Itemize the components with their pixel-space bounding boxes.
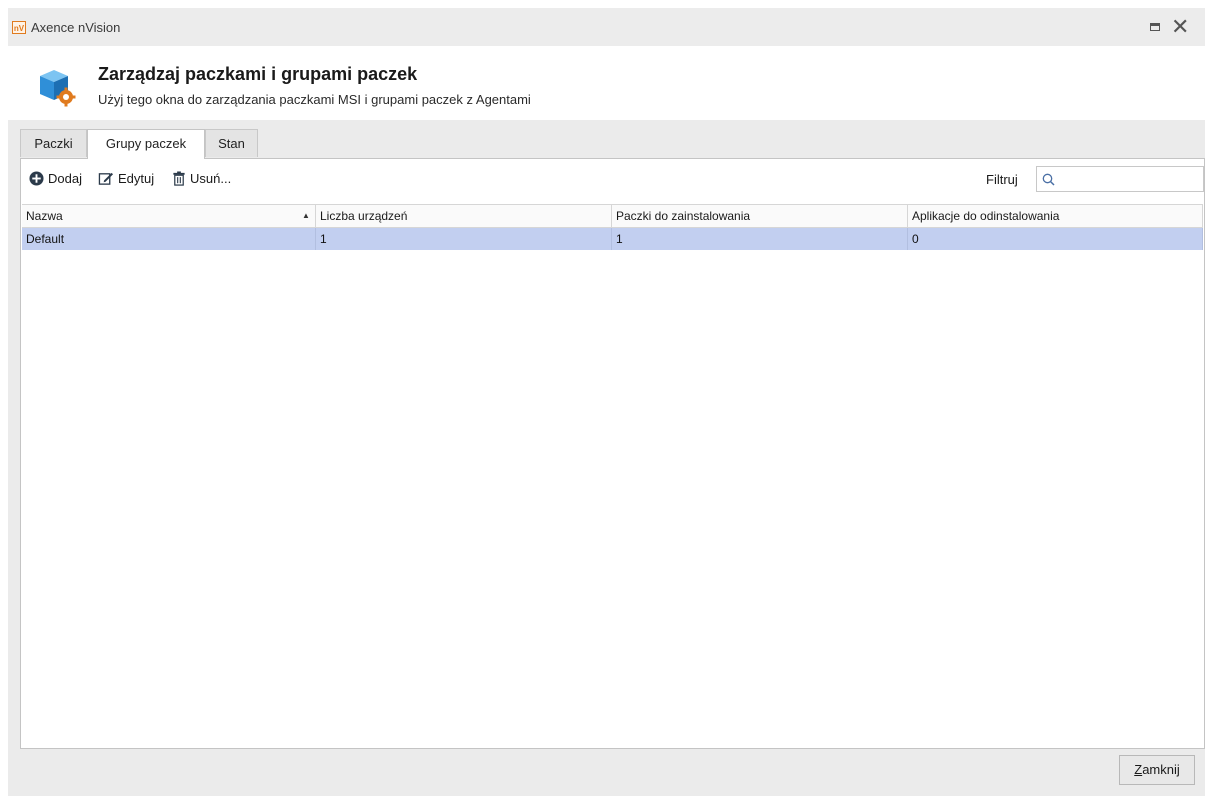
- column-header-nazwa[interactable]: Nazwa ▲: [22, 205, 316, 227]
- edit-button-label: Edytuj: [118, 171, 155, 186]
- cell-aplikacje-do-odinstalowania: 0: [908, 228, 1203, 250]
- table-row[interactable]: Default 1 1 0: [22, 228, 1203, 250]
- column-header-liczba-urzadzen[interactable]: Liczba urządzeń: [316, 205, 612, 227]
- delete-button-label: Usuń...: [190, 171, 232, 186]
- groups-table: Nazwa ▲ Liczba urządzeń Paczki do zainst…: [22, 204, 1203, 250]
- close-icon[interactable]: ✕: [1171, 14, 1189, 40]
- toolbar: Dodaj Edytuj Usuń... Filtruj: [21, 159, 1204, 199]
- app-logo-icon: nV: [12, 21, 26, 34]
- edit-button[interactable]: Edytuj: [98, 171, 154, 186]
- sort-ascending-icon: ▲: [302, 211, 310, 220]
- column-header-paczki-do-zainstalowania[interactable]: Paczki do zainstalowania: [612, 205, 908, 227]
- app-window: nV Axence nVision ✕ Zarządzaj paczkami i…: [8, 8, 1205, 796]
- column-header-aplikacje-do-odinstalowania[interactable]: Aplikacje do odinstalowania: [908, 205, 1203, 227]
- search-icon: [1042, 173, 1055, 186]
- add-icon: [29, 171, 44, 186]
- title-bar: nV Axence nVision ✕: [8, 8, 1205, 46]
- delete-button[interactable]: Usuń...: [172, 171, 231, 186]
- maximize-icon[interactable]: [1150, 23, 1160, 31]
- tab-paczki[interactable]: Paczki: [20, 129, 87, 157]
- dialog-subtitle: Użyj tego okna do zarządzania paczkami M…: [98, 92, 531, 107]
- add-button[interactable]: Dodaj: [29, 171, 82, 186]
- package-settings-icon: [40, 70, 76, 107]
- cell-paczki-do-zainstalowania: 1: [612, 228, 908, 250]
- close-button-label: amknij: [1142, 762, 1180, 777]
- trash-icon: [173, 171, 185, 186]
- dialog-title: Zarządzaj paczkami i grupami paczek: [98, 64, 418, 84]
- close-button[interactable]: Zamknij: [1119, 755, 1195, 785]
- add-button-label: Dodaj: [48, 171, 82, 186]
- tab-grupy-paczek[interactable]: Grupy paczek: [87, 129, 205, 159]
- cell-liczba-urzadzen: 1: [316, 228, 612, 250]
- edit-icon: [98, 172, 114, 185]
- table-header: Nazwa ▲ Liczba urządzeń Paczki do zainst…: [22, 204, 1203, 228]
- column-header-label: Nazwa: [26, 209, 63, 223]
- cell-nazwa: Default: [22, 228, 316, 250]
- tab-stan[interactable]: Stan: [205, 129, 258, 157]
- filter-field[interactable]: [1036, 166, 1204, 192]
- window-title: Axence nVision: [31, 20, 121, 35]
- dialog-header: Zarządzaj paczkami i grupami paczek Użyj…: [8, 46, 1205, 120]
- filter-label: Filtruj: [986, 172, 1018, 187]
- close-button-mnemonic: Z: [1134, 762, 1143, 777]
- filter-input[interactable]: [1059, 169, 1203, 191]
- groups-panel: Dodaj Edytuj Usuń... Filtruj Nazwa ▲ Lic…: [20, 158, 1205, 749]
